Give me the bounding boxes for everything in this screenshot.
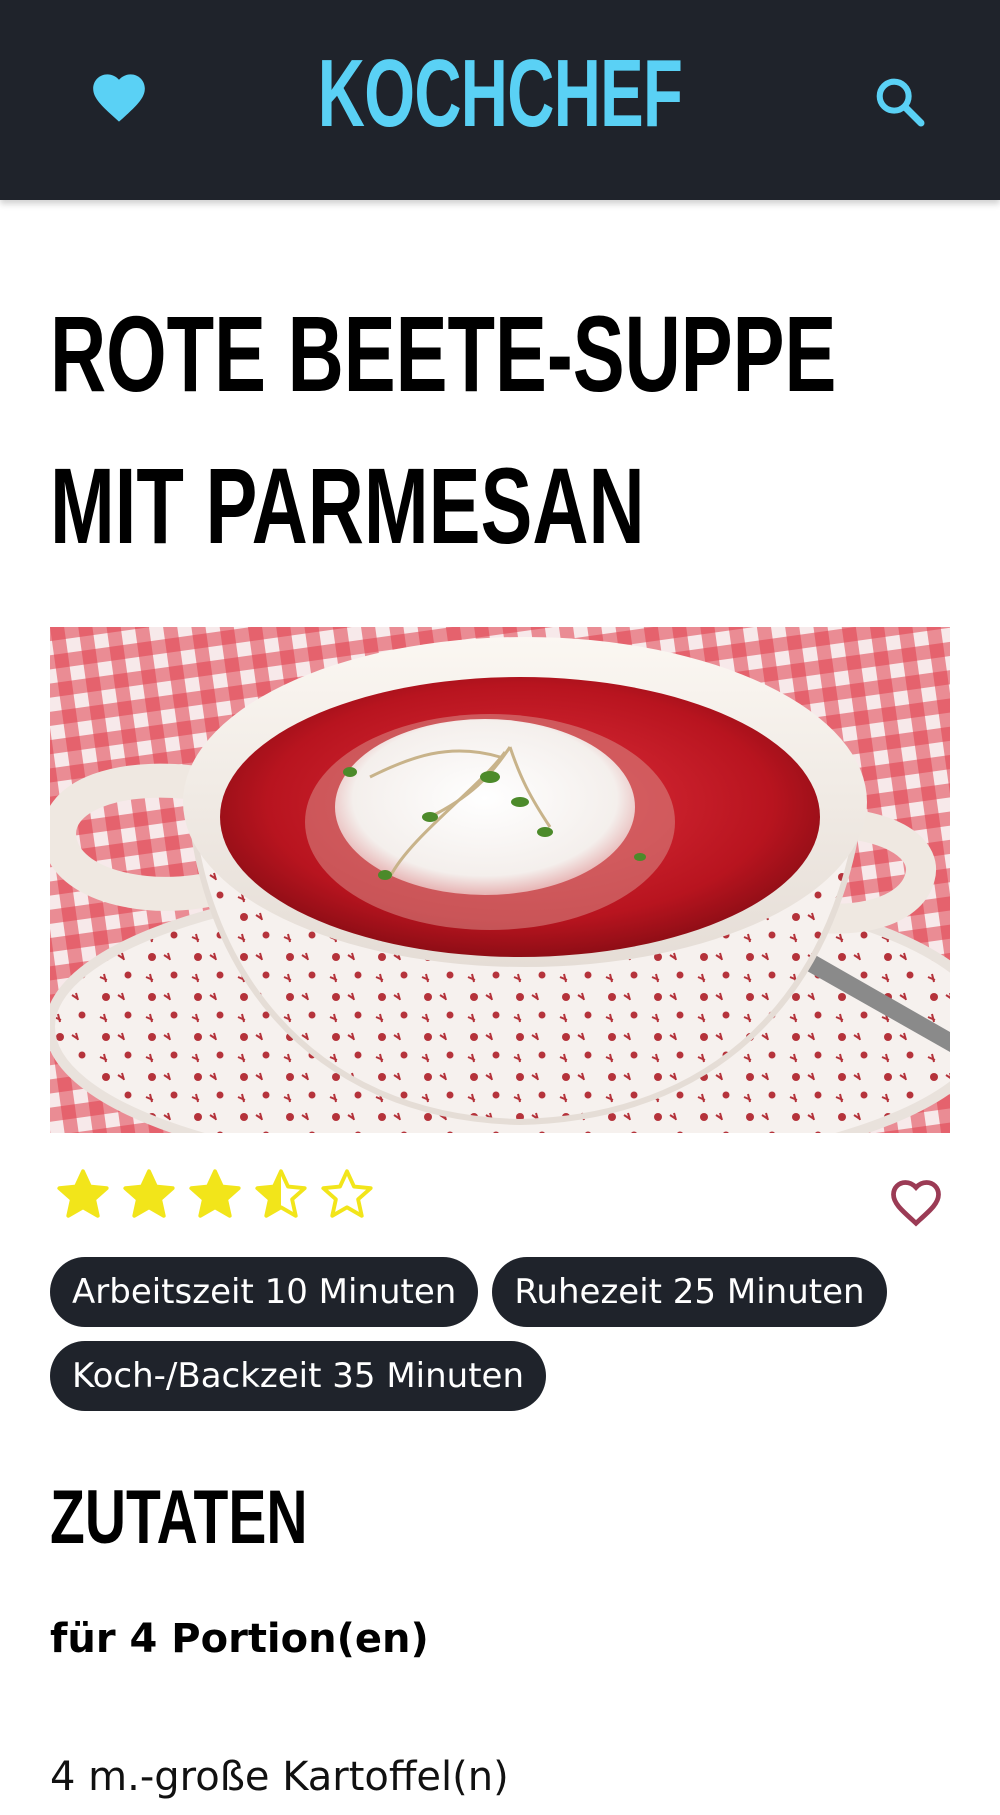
brand-logo[interactable]: KOCHCHEF [0,38,1000,150]
recipe-photo[interactable] [50,627,950,1133]
time-chips: Arbeitszeit 10 Minuten Ruhezeit 25 Minut… [50,1257,950,1411]
app-header: KOCHCHEF [0,0,1000,200]
portions-label[interactable]: für 4 Portion(en) [50,1614,429,1664]
soup-photo [50,627,950,1133]
chip-cook-time[interactable]: Koch-/Backzeit 35 Minuten [50,1341,547,1411]
search-icon [876,78,925,127]
star-full-icon[interactable] [54,1166,112,1224]
recipe-title: ROTE BEETE-SUPPE MIT PARMESAN [50,278,837,582]
heart-outline-icon [891,1180,941,1227]
brand-name: KOCHCHEF [317,40,683,147]
search-button[interactable] [872,74,928,130]
ingredient-item: 4 m.-große Kartoffel(n) [50,1754,509,1800]
recipe-title-line-1: ROTE BEETE-SUPPE [50,293,837,414]
rating-stars[interactable] [54,1166,376,1224]
star-full-icon[interactable] [186,1166,244,1224]
chip-work-time[interactable]: Arbeitszeit 10 Minuten [50,1257,479,1327]
star-half-icon[interactable] [252,1166,310,1224]
star-full-icon[interactable] [120,1166,178,1224]
like-button[interactable] [886,1172,946,1228]
recipe-title-line-2: MIT PARMESAN [50,445,645,566]
chip-rest-time[interactable]: Ruhezeit 25 Minuten [492,1257,887,1327]
ingredient-list: 4 m.-große Kartoffel(n) [50,1744,509,1810]
star-empty-icon[interactable] [318,1166,376,1224]
ingredients-heading: ZUTATEN [50,1475,308,1560]
